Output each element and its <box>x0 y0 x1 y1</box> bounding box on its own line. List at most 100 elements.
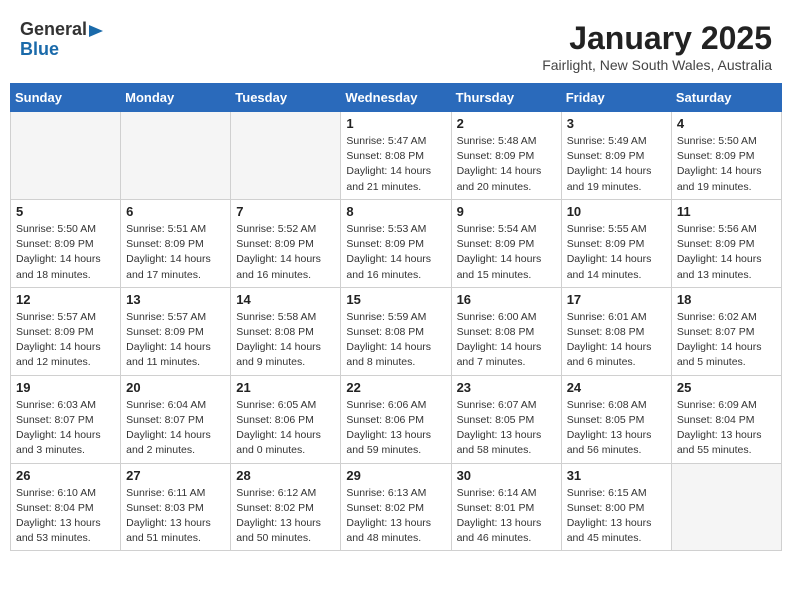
calendar-cell <box>671 463 781 551</box>
calendar-week-row: 26 Sunrise: 6:10 AM Sunset: 8:04 PM Dayli… <box>11 463 782 551</box>
day-info: Sunrise: 5:57 AM Sunset: 8:09 PM Dayligh… <box>126 310 225 371</box>
day-info: Sunrise: 6:08 AM Sunset: 8:05 PM Dayligh… <box>567 398 666 459</box>
day-info: Sunrise: 6:07 AM Sunset: 8:05 PM Dayligh… <box>457 398 556 459</box>
logo: General Blue <box>20 20 105 60</box>
day-info: Sunrise: 5:51 AM Sunset: 8:09 PM Dayligh… <box>126 222 225 283</box>
calendar-cell: 18Sunrise: 6:02 AM Sunset: 8:07 PM Dayli… <box>671 287 781 375</box>
weekday-header-thursday: Thursday <box>451 84 561 112</box>
day-number: 4 <box>677 116 776 131</box>
day-info: Sunrise: 5:57 AM Sunset: 8:09 PM Dayligh… <box>16 310 115 371</box>
weekday-header-friday: Friday <box>561 84 671 112</box>
day-info: Sunrise: 5:48 AM Sunset: 8:09 PM Dayligh… <box>457 134 556 195</box>
calendar-cell: 21 Sunrise: 6:05 AM Sunset: 8:06 PM Dayli… <box>231 375 341 463</box>
day-info: Sunrise: 5:47 AM Sunset: 8:08 PM Dayligh… <box>346 134 445 195</box>
calendar-cell: 9 Sunrise: 5:54 AM Sunset: 8:09 PM Daylig… <box>451 199 561 287</box>
calendar-cell: 26 Sunrise: 6:10 AM Sunset: 8:04 PM Dayli… <box>11 463 121 551</box>
day-info: Sunrise: 6:01 AM Sunset: 8:08 PM Dayligh… <box>567 310 666 371</box>
day-number: 14 <box>236 292 335 307</box>
weekday-header-monday: Monday <box>121 84 231 112</box>
calendar-week-row: 5 Sunrise: 5:50 AM Sunset: 8:09 PM Daylig… <box>11 199 782 287</box>
calendar-cell: 28 Sunrise: 6:12 AM Sunset: 8:02 PM Dayli… <box>231 463 341 551</box>
weekday-header-tuesday: Tuesday <box>231 84 341 112</box>
day-info: Sunrise: 5:54 AM Sunset: 8:09 PM Dayligh… <box>457 222 556 283</box>
calendar-cell: 24 Sunrise: 6:08 AM Sunset: 8:05 PM Dayli… <box>561 375 671 463</box>
calendar-cell <box>231 112 341 200</box>
day-number: 16 <box>457 292 556 307</box>
calendar-cell: 16 Sunrise: 6:00 AM Sunset: 8:08 PM Dayli… <box>451 287 561 375</box>
weekday-header-saturday: Saturday <box>671 84 781 112</box>
day-info: Sunrise: 6:12 AM Sunset: 8:02 PM Dayligh… <box>236 486 335 547</box>
calendar-cell: 14 Sunrise: 5:58 AM Sunset: 8:08 PM Dayli… <box>231 287 341 375</box>
calendar-cell: 30 Sunrise: 6:14 AM Sunset: 8:01 PM Dayli… <box>451 463 561 551</box>
calendar-cell: 5 Sunrise: 5:50 AM Sunset: 8:09 PM Daylig… <box>11 199 121 287</box>
day-number: 21 <box>236 380 335 395</box>
day-info: Sunrise: 5:49 AM Sunset: 8:09 PM Dayligh… <box>567 134 666 195</box>
calendar-cell: 25Sunrise: 6:09 AM Sunset: 8:04 PM Dayli… <box>671 375 781 463</box>
calendar-cell: 20 Sunrise: 6:04 AM Sunset: 8:07 PM Dayli… <box>121 375 231 463</box>
calendar-week-row: 19Sunrise: 6:03 AM Sunset: 8:07 PM Dayli… <box>11 375 782 463</box>
day-number: 6 <box>126 204 225 219</box>
day-info: Sunrise: 5:50 AM Sunset: 8:09 PM Dayligh… <box>16 222 115 283</box>
calendar-cell: 6 Sunrise: 5:51 AM Sunset: 8:09 PM Daylig… <box>121 199 231 287</box>
day-number: 23 <box>457 380 556 395</box>
calendar-cell: 23 Sunrise: 6:07 AM Sunset: 8:05 PM Dayli… <box>451 375 561 463</box>
day-info: Sunrise: 5:58 AM Sunset: 8:08 PM Dayligh… <box>236 310 335 371</box>
day-number: 17 <box>567 292 666 307</box>
day-number: 2 <box>457 116 556 131</box>
calendar-cell: 4 Sunrise: 5:50 AM Sunset: 8:09 PM Daylig… <box>671 112 781 200</box>
day-number: 9 <box>457 204 556 219</box>
calendar-cell: 27 Sunrise: 6:11 AM Sunset: 8:03 PM Dayli… <box>121 463 231 551</box>
day-number: 27 <box>126 468 225 483</box>
header: General Blue January 2025 Fairlight, New… <box>10 10 782 79</box>
calendar-cell: 8Sunrise: 5:53 AM Sunset: 8:09 PM Daylig… <box>341 199 451 287</box>
day-number: 29 <box>346 468 445 483</box>
day-number: 22 <box>346 380 445 395</box>
calendar-week-row: 1Sunrise: 5:47 AM Sunset: 8:08 PM Daylig… <box>11 112 782 200</box>
calendar-cell: 12 Sunrise: 5:57 AM Sunset: 8:09 PM Dayli… <box>11 287 121 375</box>
day-number: 28 <box>236 468 335 483</box>
calendar-cell: 10 Sunrise: 5:55 AM Sunset: 8:09 PM Dayli… <box>561 199 671 287</box>
day-info: Sunrise: 6:09 AM Sunset: 8:04 PM Dayligh… <box>677 398 776 459</box>
calendar-cell: 29 Sunrise: 6:13 AM Sunset: 8:02 PM Dayli… <box>341 463 451 551</box>
logo-arrow-icon <box>89 23 105 39</box>
weekday-header-sunday: Sunday <box>11 84 121 112</box>
day-number: 26 <box>16 468 115 483</box>
day-info: Sunrise: 5:55 AM Sunset: 8:09 PM Dayligh… <box>567 222 666 283</box>
day-number: 3 <box>567 116 666 131</box>
calendar-cell: 19Sunrise: 6:03 AM Sunset: 8:07 PM Dayli… <box>11 375 121 463</box>
day-info: Sunrise: 6:03 AM Sunset: 8:07 PM Dayligh… <box>16 398 115 459</box>
day-info: Sunrise: 6:11 AM Sunset: 8:03 PM Dayligh… <box>126 486 225 547</box>
calendar-cell: 31 Sunrise: 6:15 AM Sunset: 8:00 PM Dayli… <box>561 463 671 551</box>
day-number: 30 <box>457 468 556 483</box>
day-info: Sunrise: 6:10 AM Sunset: 8:04 PM Dayligh… <box>16 486 115 547</box>
calendar-cell <box>121 112 231 200</box>
day-info: Sunrise: 6:00 AM Sunset: 8:08 PM Dayligh… <box>457 310 556 371</box>
day-number: 31 <box>567 468 666 483</box>
day-info: Sunrise: 6:14 AM Sunset: 8:01 PM Dayligh… <box>457 486 556 547</box>
calendar-cell: 17 Sunrise: 6:01 AM Sunset: 8:08 PM Dayli… <box>561 287 671 375</box>
day-info: Sunrise: 6:05 AM Sunset: 8:06 PM Dayligh… <box>236 398 335 459</box>
day-number: 10 <box>567 204 666 219</box>
calendar-cell <box>11 112 121 200</box>
day-info: Sunrise: 6:04 AM Sunset: 8:07 PM Dayligh… <box>126 398 225 459</box>
title-area: January 2025 Fairlight, New South Wales,… <box>542 20 772 73</box>
day-number: 5 <box>16 204 115 219</box>
weekday-header-row: SundayMondayTuesdayWednesdayThursdayFrid… <box>11 84 782 112</box>
logo-general-text: General <box>20 20 87 40</box>
calendar-table: SundayMondayTuesdayWednesdayThursdayFrid… <box>10 83 782 551</box>
day-number: 24 <box>567 380 666 395</box>
day-info: Sunrise: 6:13 AM Sunset: 8:02 PM Dayligh… <box>346 486 445 547</box>
day-number: 13 <box>126 292 225 307</box>
month-title: January 2025 <box>542 20 772 57</box>
day-info: Sunrise: 6:06 AM Sunset: 8:06 PM Dayligh… <box>346 398 445 459</box>
day-info: Sunrise: 6:15 AM Sunset: 8:00 PM Dayligh… <box>567 486 666 547</box>
day-number: 12 <box>16 292 115 307</box>
day-number: 20 <box>126 380 225 395</box>
logo-blue-text: Blue <box>20 40 105 60</box>
calendar-week-row: 12 Sunrise: 5:57 AM Sunset: 8:09 PM Dayli… <box>11 287 782 375</box>
calendar-cell: 22 Sunrise: 6:06 AM Sunset: 8:06 PM Dayli… <box>341 375 451 463</box>
day-info: Sunrise: 5:50 AM Sunset: 8:09 PM Dayligh… <box>677 134 776 195</box>
calendar-cell: 2 Sunrise: 5:48 AM Sunset: 8:09 PM Daylig… <box>451 112 561 200</box>
day-number: 18 <box>677 292 776 307</box>
calendar-cell: 3 Sunrise: 5:49 AM Sunset: 8:09 PM Daylig… <box>561 112 671 200</box>
